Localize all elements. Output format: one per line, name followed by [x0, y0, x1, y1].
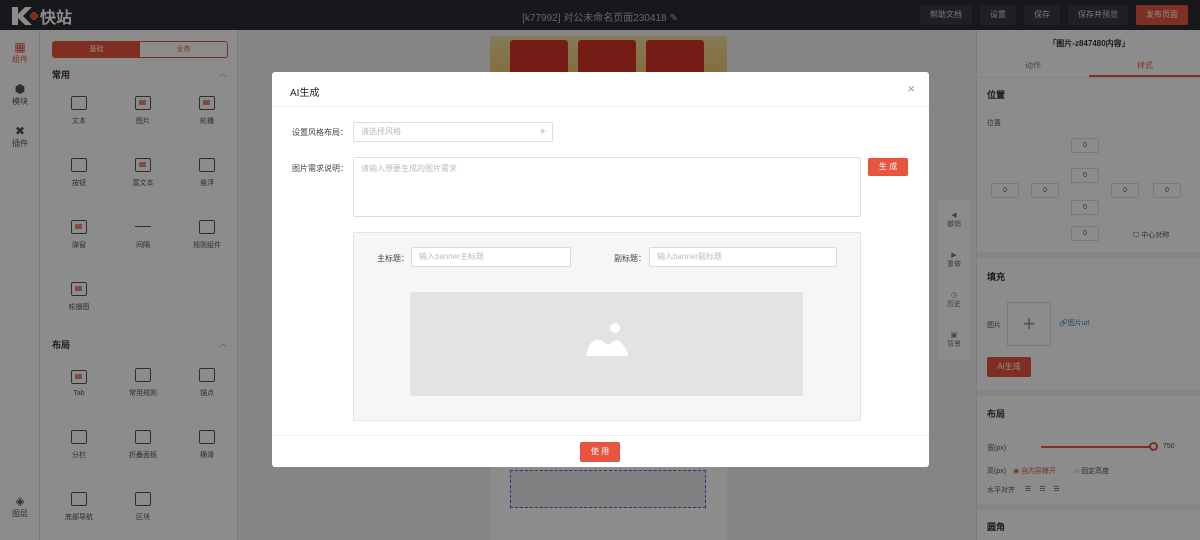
use-button[interactable]: 使 用 [580, 442, 620, 462]
sub-title-input[interactable]: 输入banner副标题 [649, 247, 837, 267]
banner-preview-box: 主标题： 输入banner主标题 副标题： 输入banner副标题 [353, 232, 861, 421]
sparkle-icon: ✧ [539, 127, 546, 136]
sub-title-label: 副标题： [614, 254, 646, 263]
modal-title: AI生成 [290, 88, 320, 99]
close-icon[interactable]: × [907, 81, 915, 96]
image-placeholder-icon [586, 323, 628, 356]
main-title-input[interactable]: 输入banner主标题 [411, 247, 571, 267]
ai-generate-modal: AI生成 × 设置风格布局： 请选择风格 ✧ 图片需求说明： 请输入想要生成的图… [272, 72, 929, 467]
desc-textarea[interactable]: 请输入想要生成的图片需求 [353, 157, 861, 217]
image-placeholder [410, 292, 803, 396]
desc-label: 图片需求说明： [292, 164, 348, 173]
main-title-label: 主标题： [377, 254, 409, 263]
generate-button[interactable]: 生 成 [868, 158, 908, 176]
style-label: 设置风格布局： [292, 128, 348, 137]
style-select[interactable]: 请选择风格 ✧ [353, 122, 553, 142]
